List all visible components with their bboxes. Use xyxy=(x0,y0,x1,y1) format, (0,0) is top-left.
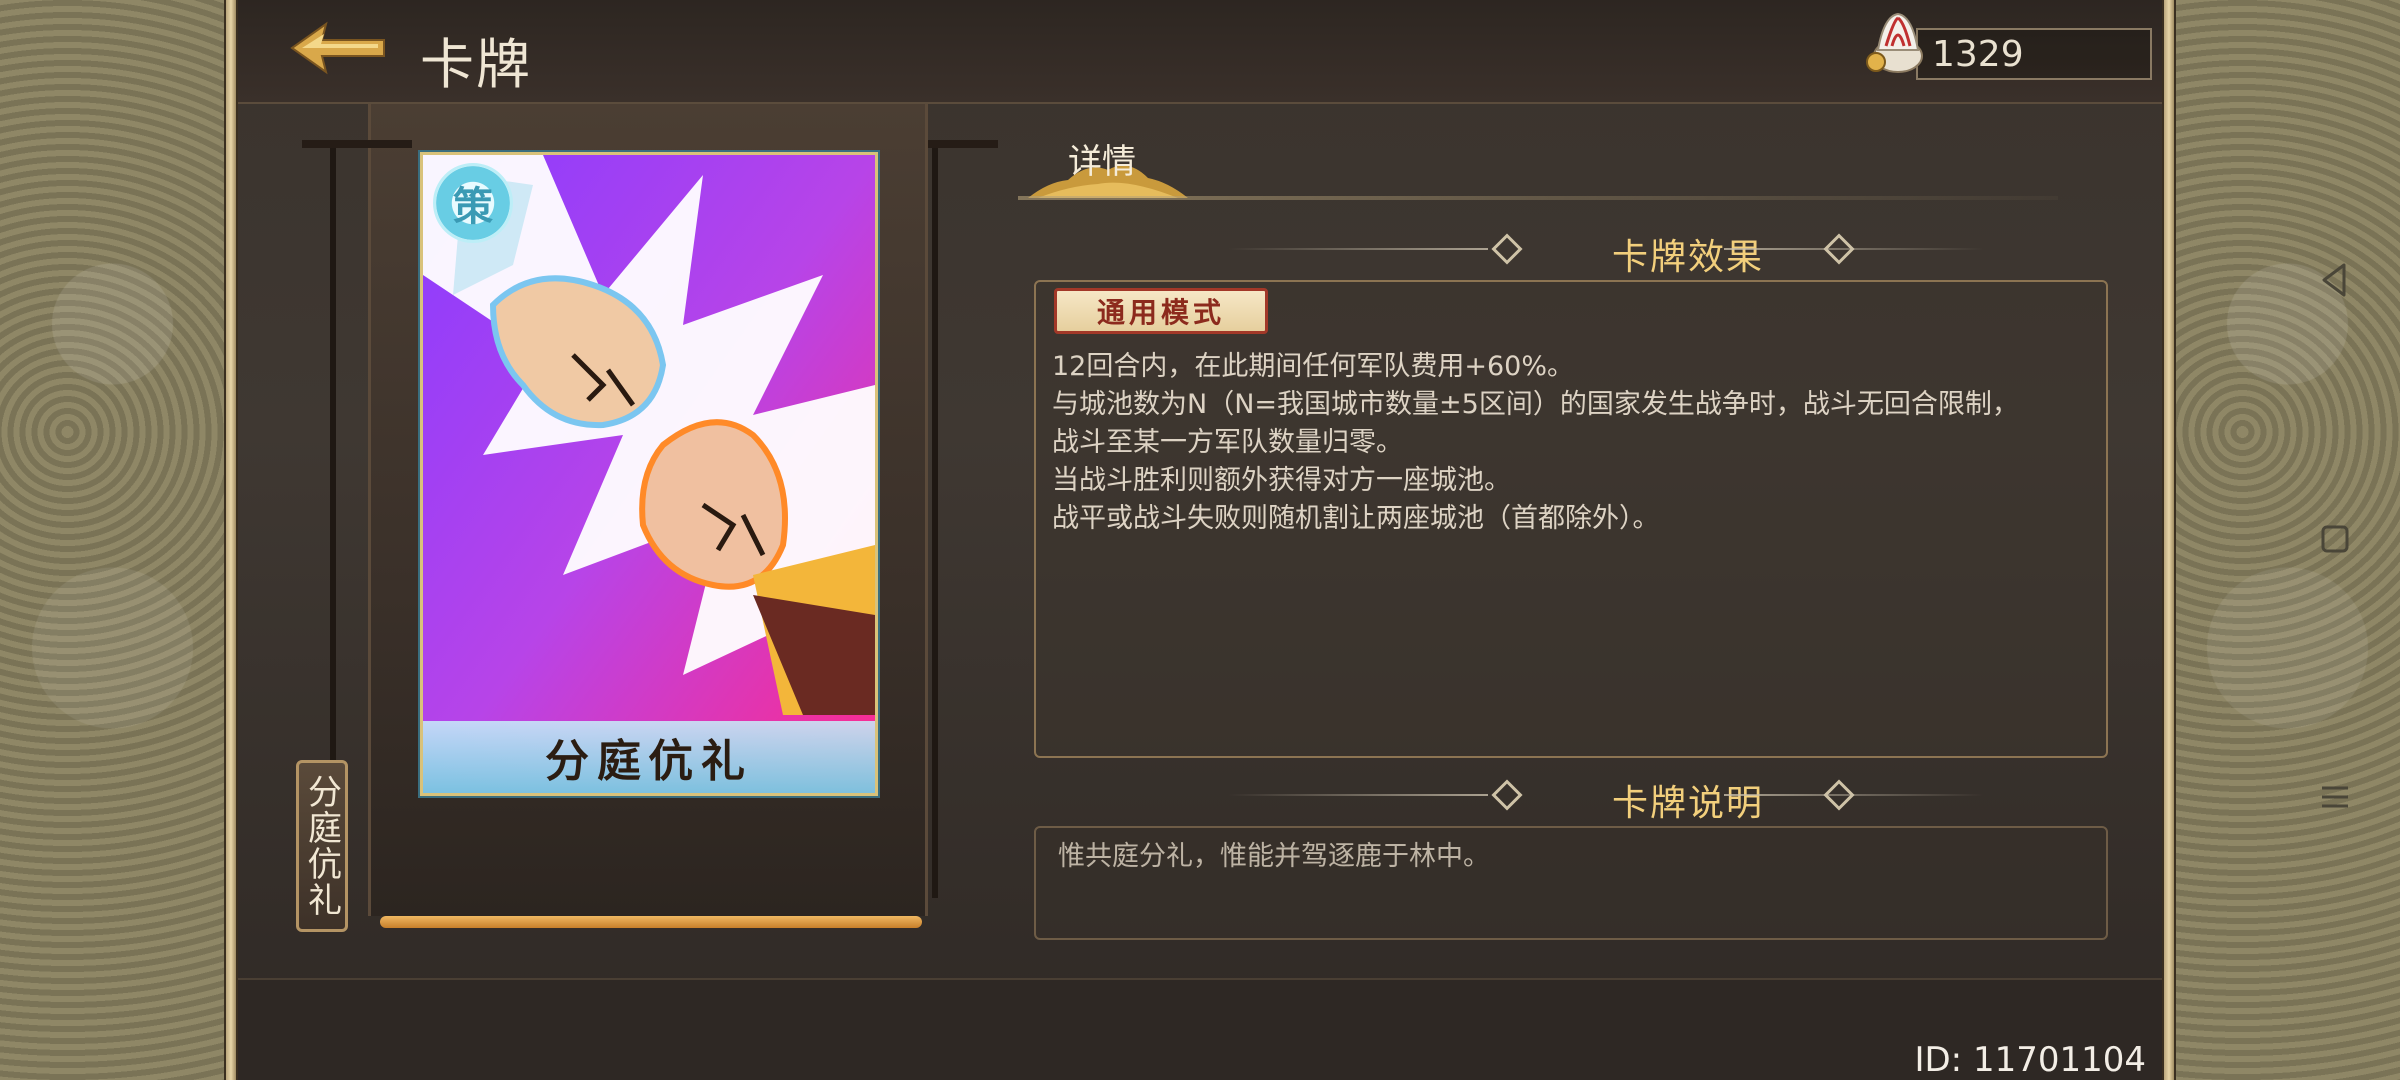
diamond-ornament-icon xyxy=(1491,233,1523,265)
tab-details[interactable]: 详情 xyxy=(1028,122,1188,200)
currency-value-box: 1329 xyxy=(1916,28,2152,80)
description-section-title: 卡牌说明 xyxy=(1611,783,1764,824)
right-rail xyxy=(2162,0,2176,1080)
feather-helmet-coin-icon xyxy=(1866,12,1923,73)
nav-menu-icon[interactable] xyxy=(2310,772,2360,822)
effect-line: 12回合内，在此期间任何军队费用+60%。 xyxy=(1052,351,1574,382)
description-text: 惟共庭分礼，惟能并驾逐鹿于林中。 xyxy=(1058,841,1490,872)
divider-line xyxy=(1724,248,1984,250)
tab-details-label: 详情 xyxy=(1068,142,1136,182)
back-arrow-icon xyxy=(290,21,385,75)
left-rail xyxy=(224,0,238,1080)
currency-display: 1329 xyxy=(1864,12,2152,80)
description-section-header: 卡牌说明 xyxy=(1128,770,2228,824)
footer-bar: ID: 11701104 xyxy=(238,978,2162,1080)
right-ornament-panel xyxy=(2175,0,2400,1080)
back-button[interactable] xyxy=(288,18,388,78)
effect-line: 与城池数为N（N=我国城市数量±5区间）的国家发生战争时，战斗无回合限制， xyxy=(1052,389,2019,420)
divider-line xyxy=(1228,248,1488,250)
header-bar: 卡牌 1329 xyxy=(238,0,2162,104)
nav-home-icon[interactable] xyxy=(2310,514,2360,564)
left-ornament-panel xyxy=(0,0,225,1080)
mode-tag-label: 通用模式 xyxy=(1096,296,1225,329)
frame-beam-left xyxy=(302,140,412,148)
card-artwork xyxy=(423,155,875,793)
effect-text: 12回合内，在此期间任何军队费用+60%。 与城池数为N（N=我国城市数量±5区… xyxy=(1052,348,2086,538)
divider-line xyxy=(1228,794,1488,796)
effect-line: 战斗至某一方军队数量归零。 xyxy=(1052,427,1403,458)
mode-tag: 通用模式 xyxy=(1054,288,1268,334)
diamond-ornament-icon xyxy=(1491,779,1523,811)
card-name-vertical-tag: 分庭伉礼 xyxy=(296,760,348,932)
card-name-plate: 分庭伉礼 xyxy=(423,721,875,793)
effect-box: 通用模式 12回合内，在此期间任何军队费用+60%。 与城池数为N（N=我国城市… xyxy=(1034,280,2108,758)
divider-line xyxy=(1724,794,1984,796)
card-underline-bar xyxy=(380,916,922,928)
currency-value: 1329 xyxy=(1932,34,2024,75)
frame-beam-right xyxy=(928,140,998,148)
effect-line: 战平或战斗失败则随机割让两座城池（首都除外）。 xyxy=(1052,503,1660,534)
card-image[interactable]: 策 分庭伉礼 xyxy=(420,152,878,796)
page-title: 卡牌 xyxy=(420,33,532,96)
card-name-vertical: 分庭伉礼 xyxy=(301,774,342,918)
effect-section-header: 卡牌效果 xyxy=(1128,224,2228,278)
tab-underline xyxy=(1018,196,2058,200)
player-id: ID: 11701104 xyxy=(1914,1040,2146,1080)
card-type-badge: 策 xyxy=(433,163,513,243)
frame-pillar-right xyxy=(932,148,938,898)
effect-line: 当战斗胜利则额外获得对方一座城池。 xyxy=(1052,465,1511,496)
description-box: 惟共庭分礼，惟能并驾逐鹿于林中。 xyxy=(1034,826,2108,940)
effect-section-title: 卡牌效果 xyxy=(1611,237,1764,278)
card-name: 分庭伉礼 xyxy=(545,736,753,787)
nav-back-icon[interactable] xyxy=(2310,255,2360,305)
main-panel: 卡牌 1329 策 分庭伉礼 分庭伉礼 详情 卡牌效果 通用模式 12回合内，在… xyxy=(238,0,2162,1080)
